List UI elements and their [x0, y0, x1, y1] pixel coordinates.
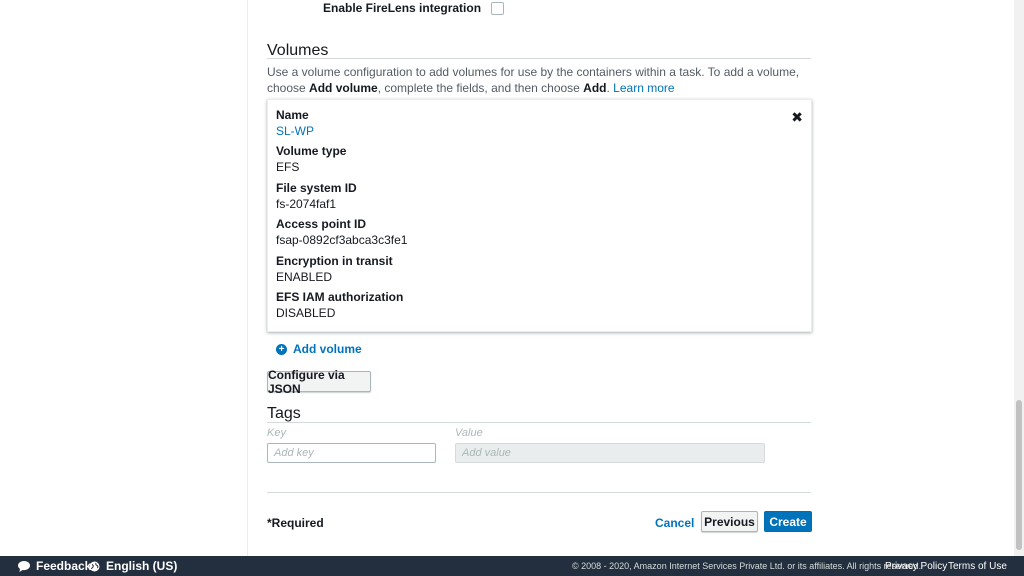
volumes-divider [267, 58, 811, 59]
desc-bold-add-volume: Add volume [309, 81, 378, 95]
volume-type-label: Volume type [276, 144, 347, 158]
file-system-id-label: File system ID [276, 181, 357, 195]
terms-of-use-link[interactable]: Terms of Use [948, 561, 1007, 572]
volumes-description: Use a volume configuration to add volume… [267, 64, 812, 96]
volume-name-label: Name [276, 108, 309, 122]
tags-key-header: Key [267, 427, 286, 439]
previous-button[interactable]: Previous [701, 511, 758, 532]
access-point-id-label: Access point ID [276, 217, 367, 231]
tags-divider [267, 422, 811, 423]
firelens-checkbox[interactable] [491, 1, 505, 15]
desc-bold-add: Add [583, 81, 607, 95]
copyright-text: © 2008 - 2020, Amazon Internet Services … [572, 561, 922, 571]
actions-divider [267, 492, 811, 493]
volume-card: ✖ Name SL-WP Volume type EFS File system… [267, 99, 812, 332]
volume-type-value: EFS [276, 160, 300, 174]
add-volume-button[interactable]: + Add volume [276, 342, 362, 356]
scrollbar[interactable] [1014, 0, 1024, 556]
iam-auth-value: DISABLED [276, 306, 336, 320]
encryption-field: Encryption in transit ENABLED [276, 254, 393, 284]
add-volume-label: Add volume [293, 342, 362, 356]
language-label: English (US) [106, 559, 178, 573]
tags-title: Tags [267, 405, 301, 422]
remove-volume-icon[interactable]: ✖ [791, 109, 803, 126]
feedback-label: Feedback [36, 559, 92, 573]
privacy-policy-link[interactable]: Privacy Policy [885, 561, 947, 572]
firelens-row: Enable FireLens integration [323, 1, 505, 15]
globe-icon [89, 561, 100, 571]
iam-auth-field: EFS IAM authorization DISABLED [276, 290, 403, 320]
speech-bubble-icon [18, 560, 30, 572]
volume-type-field: Volume type EFS [276, 144, 346, 174]
desc-text-mid: , complete the fields, and then choose [377, 81, 584, 95]
volume-name-link[interactable]: SL-WP [276, 124, 314, 138]
plus-circle-icon: + [276, 343, 287, 355]
language-selector[interactable]: English (US) [89, 559, 177, 573]
tag-value-input[interactable]: Add value [455, 443, 765, 463]
access-point-id-value: fsap-0892cf3abca3c3fe1 [276, 233, 408, 247]
access-point-id-field: Access point ID fsap-0892cf3abca3c3fe1 [276, 217, 407, 247]
file-system-id-value: fs-2074faf1 [276, 197, 337, 211]
configure-json-button[interactable]: Configure via JSON [267, 368, 371, 396]
encryption-value: ENABLED [276, 270, 333, 284]
cancel-button[interactable]: Cancel [655, 516, 694, 530]
firelens-label: Enable FireLens integration [323, 1, 482, 15]
tags-value-header: Value [455, 427, 483, 439]
volume-name-field: Name SL-WP [276, 108, 314, 138]
required-note: *Required [267, 516, 324, 530]
scrollbar-thumb[interactable] [1016, 400, 1022, 550]
feedback-link[interactable]: Feedback [18, 559, 91, 573]
iam-auth-label: EFS IAM authorization [276, 290, 404, 304]
encryption-label: Encryption in transit [276, 254, 393, 268]
left-panel-divider [247, 0, 248, 556]
create-button[interactable]: Create [764, 511, 812, 532]
file-system-id-field: File system ID fs-2074faf1 [276, 181, 357, 211]
footer-bar: Feedback English (US) © 2008 - 2020, Ama… [0, 556, 1024, 576]
tag-key-input[interactable]: Add key [267, 443, 436, 463]
learn-more-link[interactable]: Learn more [613, 81, 674, 95]
